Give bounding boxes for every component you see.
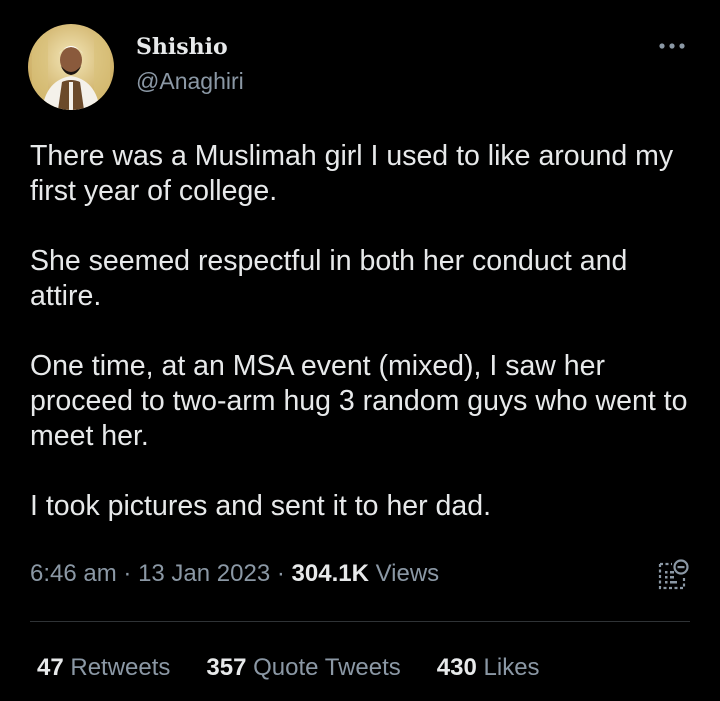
likes-label: Likes	[483, 654, 540, 681]
quote-tweets-count: 357	[206, 654, 247, 681]
analytics-button[interactable]	[656, 558, 690, 592]
quote-tweets-stat[interactable]: 357 Quote Tweets	[206, 654, 400, 682]
retweets-count: 47	[37, 654, 64, 681]
tweet-paragraph: She seemed respectful in both her conduc…	[30, 245, 628, 312]
retweets-stat[interactable]: 47 Retweets	[37, 654, 170, 682]
tweet-date[interactable]: 13 Jan 2023	[138, 560, 270, 587]
meta-separator: ·	[123, 560, 132, 587]
tweet-paragraph: I took pictures and sent it to her dad.	[30, 490, 492, 522]
tweet-text: There was a Muslimah girl I used to like…	[30, 139, 700, 559]
views-count: 304.1K	[291, 560, 369, 587]
avatar[interactable]	[28, 24, 114, 110]
likes-stat[interactable]: 430 Likes	[437, 654, 540, 682]
quote-tweets-label: Quote Tweets	[253, 654, 401, 681]
author-handle[interactable]: @Anaghiri	[136, 68, 244, 95]
views-label: Views	[375, 560, 440, 587]
more-options-button[interactable]	[652, 34, 692, 58]
likes-count: 430	[436, 654, 477, 681]
avatar-image	[28, 24, 114, 110]
retweets-label: Retweets	[70, 654, 171, 681]
tweet-paragraph: There was a Muslimah girl I used to like…	[30, 140, 674, 207]
analytics-icon	[658, 559, 689, 590]
divider	[30, 621, 690, 622]
tweet-paragraph: One time, at an MSA event (mixed), I saw…	[30, 350, 688, 452]
more-horizontal-icon	[659, 43, 685, 49]
engagement-stats: 47 Retweets 357 Quote Tweets 430 Likes	[37, 654, 576, 682]
author-display-name[interactable]: Shishio	[136, 34, 228, 60]
tweet-time[interactable]: 6:46 am	[30, 560, 117, 587]
meta-separator: ·	[276, 560, 285, 587]
tweet-meta: 6:46 am · 13 Jan 2023 · 304.1K Views	[30, 560, 439, 588]
